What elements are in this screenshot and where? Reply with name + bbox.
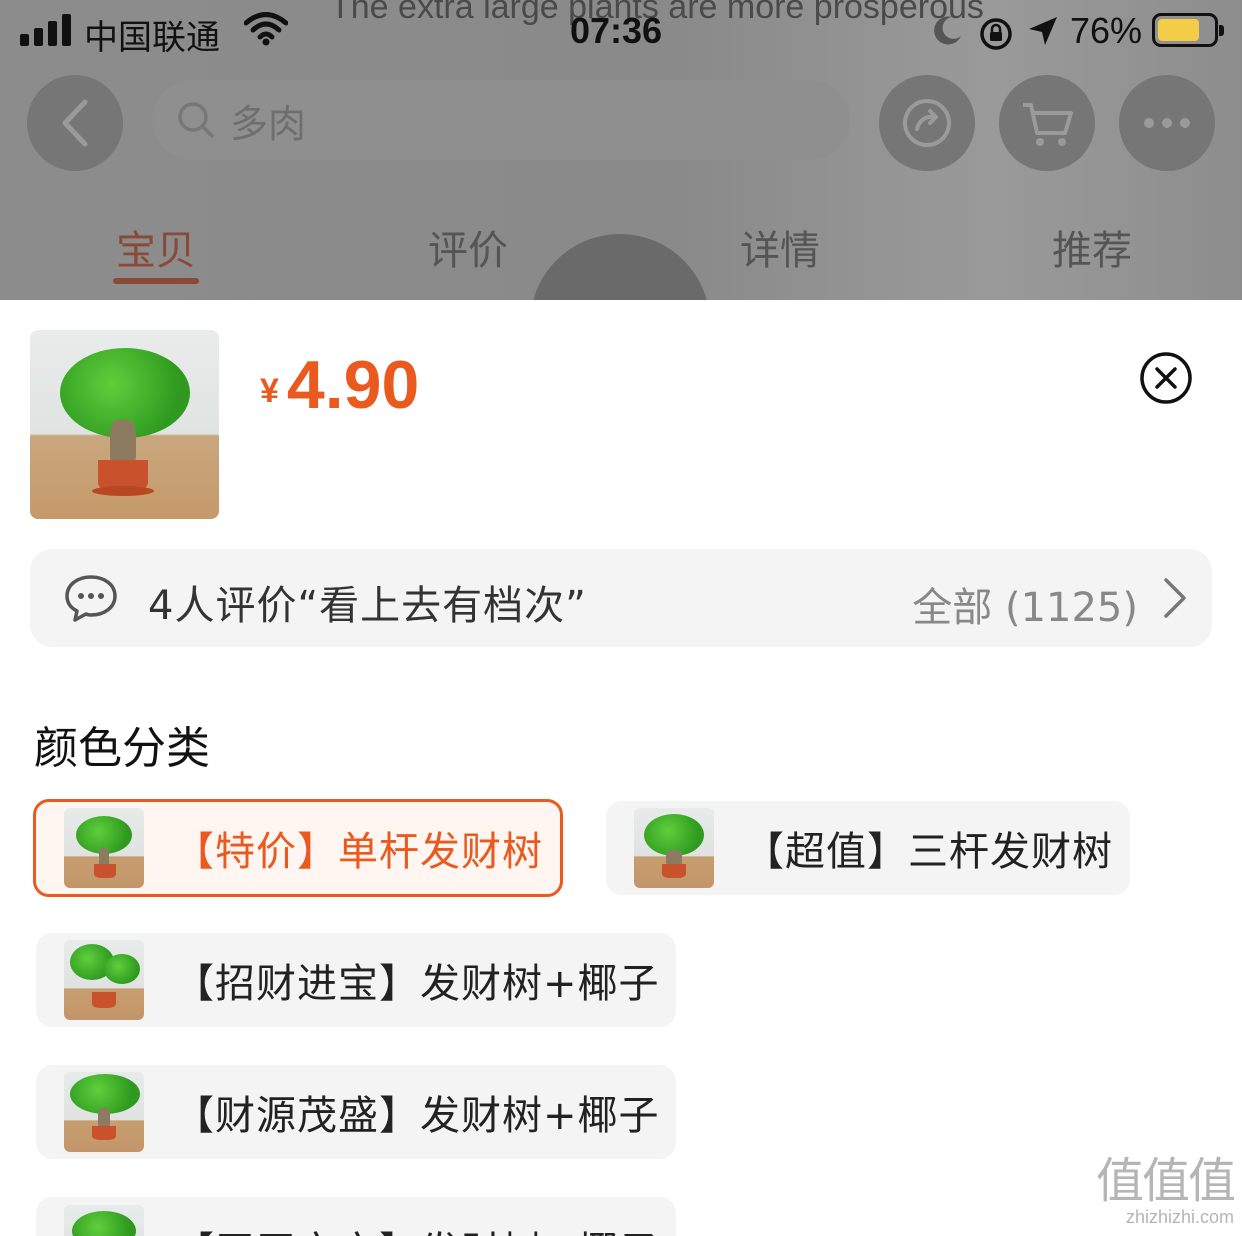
- chevron-right-icon: [1164, 578, 1186, 618]
- floating-button-shadow: [530, 234, 710, 300]
- watermark-logo: 值值值: [1095, 1153, 1236, 1209]
- tab-item[interactable]: 宝贝: [86, 218, 226, 276]
- option-chip[interactable]: 【超值】三杆发财树: [606, 801, 1130, 895]
- option-label: 【特价】单杆发财树: [174, 829, 543, 875]
- wifi-icon: [244, 12, 288, 46]
- cart-icon: [1023, 103, 1073, 146]
- option-label: 【超值】三杆发财树: [744, 829, 1113, 875]
- option-label: 【招财进宝】发财树+椰子: [174, 961, 660, 1007]
- share-icon: [903, 99, 951, 147]
- location-icon: [1029, 17, 1057, 45]
- review-summary-text: 4人评价“看上去有档次”: [148, 583, 587, 629]
- more-icon: [1144, 118, 1190, 128]
- watermark: 值值值 zhizhizhi.com: [1095, 1141, 1236, 1228]
- option-label: 【财源茂盛】发财树+椰子: [174, 1093, 660, 1139]
- status-bar: 中国联通 07:36 76%: [0, 0, 1242, 66]
- option-thumbnail: [64, 808, 144, 888]
- back-icon: [62, 99, 88, 147]
- signal-icon: [20, 14, 72, 46]
- plant-tray: [92, 486, 154, 496]
- option-thumbnail: [64, 940, 144, 1020]
- rotation-lock-icon: [980, 18, 1012, 50]
- price: ¥4.90: [260, 346, 419, 424]
- search-icon: [178, 102, 214, 138]
- back-button[interactable]: [27, 75, 123, 171]
- chat-bubble-icon: [65, 575, 117, 622]
- price-value: 4.90: [286, 347, 420, 423]
- dimmed-background-page: The extra large plants are more prospero…: [0, 0, 1242, 300]
- share-button[interactable]: [879, 75, 975, 171]
- sku-selection-sheet: ¥4.90 4人评价“看上去有档次” 全部 (1125) 颜色分类 【特价】单杆…: [0, 300, 1242, 1236]
- option-chip-selected[interactable]: 【特价】单杆发财树: [33, 799, 563, 897]
- plant-trunk: [110, 420, 136, 465]
- clock: 07:36: [570, 10, 663, 51]
- all-reviews-count: 全部 (1125): [912, 585, 1138, 631]
- battery-level-fill: [1158, 19, 1199, 41]
- close-icon[interactable]: [1138, 350, 1194, 406]
- option-thumbnail: [634, 808, 714, 888]
- more-button[interactable]: [1119, 75, 1215, 171]
- moon-icon: [934, 16, 961, 45]
- option-chip[interactable]: 【财源茂盛】发财树+椰子: [36, 1065, 676, 1159]
- option-thumbnail: [64, 1205, 144, 1236]
- battery-icon: [1152, 13, 1224, 47]
- option-chip[interactable]: 【平平安安】发财树+椰子: [36, 1197, 676, 1236]
- review-summary-bar[interactable]: 4人评价“看上去有档次” 全部 (1125): [30, 549, 1212, 647]
- tab-recommend[interactable]: 推荐: [1022, 218, 1162, 276]
- tab-details[interactable]: 详情: [710, 218, 850, 276]
- option-label: 【平平安安】发财树+椰子: [174, 1219, 660, 1236]
- section-title: 颜色分类: [34, 723, 210, 774]
- carrier-name: 中国联通: [84, 18, 220, 58]
- tab-reviews[interactable]: 评价: [398, 218, 538, 276]
- battery-percent: 76%: [1070, 10, 1143, 51]
- active-tab-indicator: [113, 278, 199, 284]
- currency-symbol: ¥: [260, 372, 279, 410]
- cart-button[interactable]: [999, 75, 1095, 171]
- search-input[interactable]: 多肉: [152, 80, 850, 160]
- product-thumbnail[interactable]: [30, 330, 219, 519]
- search-placeholder: 多肉: [230, 101, 307, 146]
- option-thumbnail: [64, 1072, 144, 1152]
- option-chip[interactable]: 【招财进宝】发财树+椰子: [36, 933, 676, 1027]
